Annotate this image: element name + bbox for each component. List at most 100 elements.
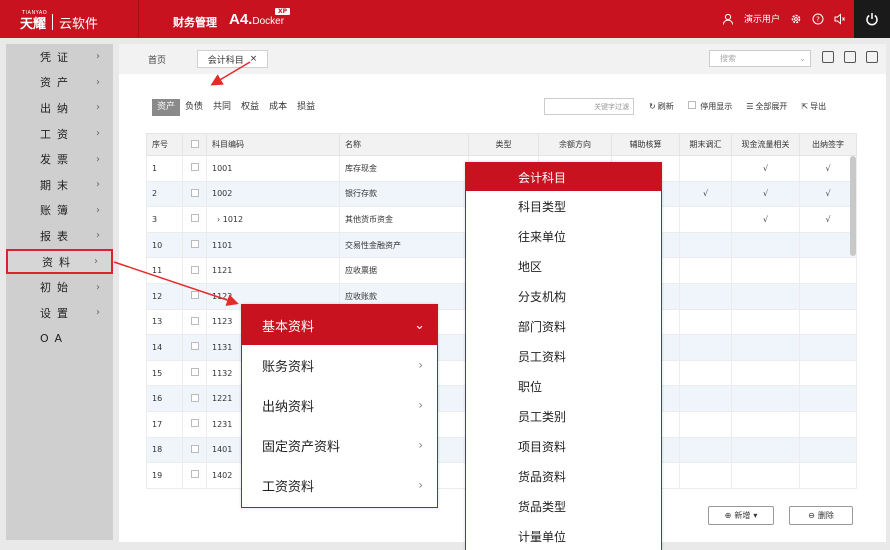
menu-item-fixed-asset-data[interactable]: 固定资产资料 › [242, 425, 437, 465]
window-tools [822, 51, 878, 63]
logo-sub: 云软件 [59, 16, 99, 32]
expand-all-button[interactable]: ☰ 全部展开 [746, 101, 787, 112]
help-icon[interactable]: ? [812, 13, 824, 25]
tab-home[interactable]: 首页 [148, 53, 166, 66]
row-checkbox[interactable] [190, 291, 199, 300]
export-button[interactable]: ⇱ 导出 [801, 101, 826, 112]
basic-data-menu: 基本资料 ⌄ 账务资料 › 出纳资料 › 固定资产资料 › 工资资料 › [241, 304, 438, 508]
menu-item[interactable]: 地区 [466, 251, 661, 281]
tab-equity[interactable]: 权益 [236, 99, 264, 116]
sidebar-item-invoice[interactable]: 发票 › [6, 146, 113, 172]
menu-item[interactable]: 货品类型 [466, 491, 661, 521]
col-cashier-sign: 出纳签字 [799, 133, 857, 156]
plus-icon: ⊕ [724, 511, 732, 520]
row-checkbox[interactable] [190, 316, 199, 325]
svg-text:?: ? [816, 15, 820, 23]
menu-item-accounting-data[interactable]: 账务资料 › [242, 345, 437, 385]
row-checkbox[interactable] [190, 368, 199, 377]
sound-icon[interactable] [834, 12, 846, 25]
row-checkbox[interactable] [190, 240, 199, 249]
chevron-right-icon: › [96, 76, 100, 88]
search-select[interactable]: 搜索 ⌄ [709, 50, 811, 67]
menu-item[interactable]: 职位 [466, 371, 661, 401]
chevron-right-icon: › [418, 438, 423, 452]
col-type: 类型 [468, 133, 539, 156]
menu-item[interactable]: 部门资料 [466, 311, 661, 341]
menu-item-cashier-data[interactable]: 出纳资料 › [242, 385, 437, 425]
sidebar-item-ledger[interactable]: 账簿 › [6, 198, 113, 224]
sidebar-item-reports[interactable]: 报表 › [6, 223, 113, 249]
close-icon[interactable]: × [250, 54, 258, 64]
menu-item[interactable]: 科目类型 [466, 191, 661, 221]
menu-item-salary-data[interactable]: 工资资料 › [242, 465, 437, 505]
menu-item[interactable]: 员工类别 [466, 401, 661, 431]
row-checkbox[interactable] [190, 393, 199, 402]
topbar-actions: 演示用户 ? [722, 12, 846, 25]
user-name[interactable]: 演示用户 [744, 12, 780, 25]
chevron-right-icon: › [96, 153, 100, 165]
capture-icon[interactable] [822, 51, 834, 63]
sidebar-item-oa[interactable]: OA [6, 326, 113, 352]
fullscreen-icon[interactable] [844, 51, 856, 63]
logo-separator [52, 14, 54, 30]
tab-cost[interactable]: 成本 [264, 99, 292, 116]
menu-item[interactable]: 项目资料 [466, 431, 661, 461]
row-checkbox[interactable] [190, 265, 199, 274]
filter-bar: 资产 负债 共同 权益 成本 损益 关键字过滤 ⌕ ↻ 刷新 停用显示 ☰ 全部展开 … [152, 98, 852, 116]
sidebar-item-data[interactable]: 资料 › [6, 248, 113, 275]
menu-item[interactable]: 货品资料 [466, 461, 661, 491]
sidebar-item-cashier[interactable]: 出纳 › [6, 95, 113, 121]
logo: TIANYAO 天耀 云软件 [0, 0, 139, 38]
delete-button[interactable]: ⊖ 删除 [789, 506, 853, 525]
chevron-right-icon: › [96, 307, 100, 319]
refresh-icon: ↻ [649, 102, 656, 111]
gear-icon[interactable] [790, 13, 802, 25]
tab-liabilities[interactable]: 负债 [180, 99, 208, 116]
row-checkbox[interactable] [190, 163, 199, 172]
export-icon: ⇱ [801, 102, 809, 111]
search-icon: ⌕ [625, 103, 629, 111]
row-checkbox[interactable] [190, 188, 199, 197]
sidebar: 凭证 › 资产 › 出纳 › 工资 › 发票 › 期末 › 账簿 › 报表 › 资料 › 初始 › … [6, 44, 113, 540]
menu-item[interactable]: 计量单位 [466, 521, 661, 550]
table-scrollbar[interactable] [850, 156, 856, 256]
menu-item-accounting-subjects[interactable]: 会计科目 [466, 163, 661, 191]
menu-item[interactable]: 员工资料 [466, 341, 661, 371]
table-header: 序号 科目编码 名称 类型 余额方向 辅助核算 期末调汇 现金流量相关 出纳签字 [146, 133, 857, 156]
chevron-right-icon: › [96, 204, 100, 216]
chevron-right-icon: › [94, 256, 98, 268]
sidebar-item-settings[interactable]: 设置 › [6, 300, 113, 326]
sidebar-item-voucher[interactable]: 凭证 › [6, 44, 113, 70]
chevron-down-icon: ⌄ [799, 54, 806, 63]
list-icon: ☰ [746, 102, 754, 111]
add-button[interactable]: ⊕ 新增 ▾ [708, 506, 774, 525]
tab-common[interactable]: 共同 [208, 99, 236, 116]
row-checkbox[interactable] [190, 342, 199, 351]
row-checkbox[interactable] [190, 470, 199, 479]
col-balance-direction: 余额方向 [538, 133, 612, 156]
sidebar-item-assets[interactable]: 资产 › [6, 70, 113, 96]
show-disabled-checkbox[interactable]: 停用显示 [687, 101, 732, 112]
sidebar-item-initial[interactable]: 初始 › [6, 274, 113, 300]
app-name: 财务管理 [173, 16, 217, 29]
row-checkbox[interactable] [190, 444, 199, 453]
row-checkbox[interactable] [190, 419, 199, 428]
tab-profit-loss[interactable]: 损益 [292, 99, 320, 116]
row-checkbox[interactable] [190, 214, 199, 223]
tab-accounting-subjects[interactable]: 会计科目 × [197, 50, 268, 68]
power-button[interactable] [854, 0, 890, 38]
chevron-right-icon: › [418, 398, 423, 412]
user-icon[interactable] [722, 13, 734, 25]
refresh-button[interactable]: ↻ 刷新 [649, 101, 674, 112]
keyword-filter-input[interactable]: 关键字过滤 ⌕ [544, 98, 634, 115]
col-select[interactable] [182, 133, 207, 156]
sidebar-item-period-end[interactable]: 期末 › [6, 172, 113, 198]
filter-actions: ↻ 刷新 停用显示 ☰ 全部展开 ⇱ 导出 [649, 98, 826, 115]
expand-icon[interactable] [866, 51, 878, 63]
tab-assets[interactable]: 资产 [152, 98, 181, 116]
logo-mark: TIANYAO [22, 10, 48, 16]
menu-item-basic-data[interactable]: 基本资料 ⌄ [242, 305, 437, 345]
sidebar-item-salary[interactable]: 工资 › [6, 121, 113, 147]
menu-item[interactable]: 分支机构 [466, 281, 661, 311]
menu-item[interactable]: 往来单位 [466, 221, 661, 251]
